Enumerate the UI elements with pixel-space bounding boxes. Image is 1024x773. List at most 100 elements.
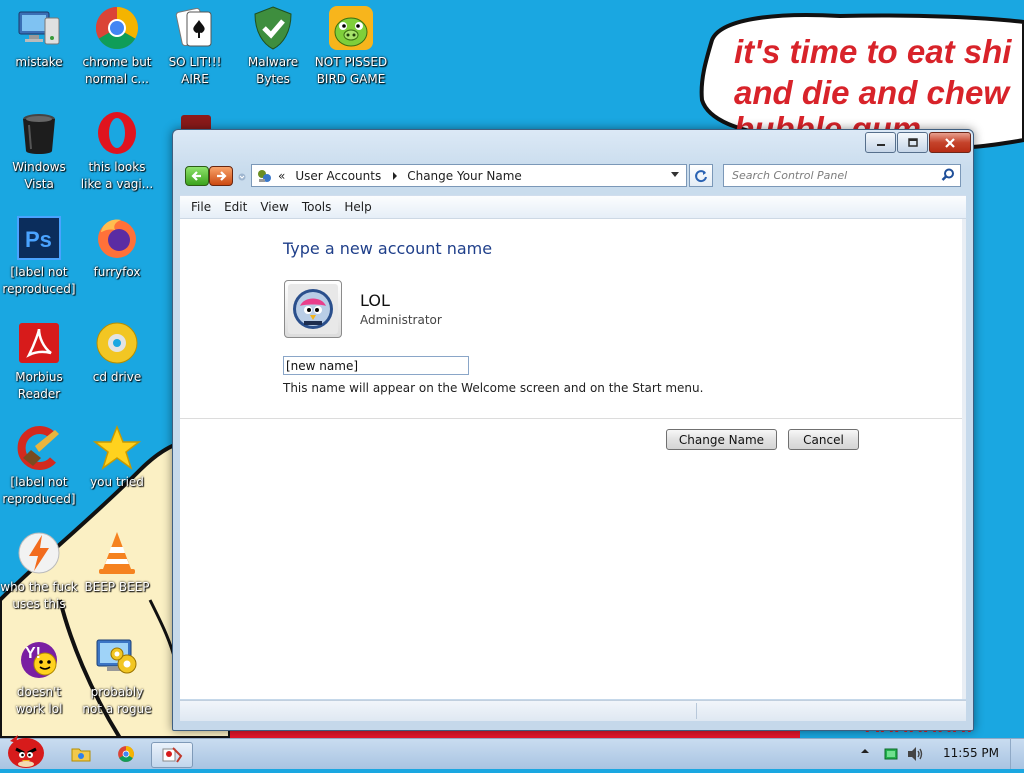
search-icon[interactable] (941, 168, 955, 182)
desktop-icon-yahoo[interactable]: Y! doesn't work lol (0, 630, 78, 730)
star-icon (93, 424, 141, 472)
desktop-icon-label: SO LIT!!! AIRE (168, 55, 222, 86)
volume-icon[interactable] (906, 745, 924, 763)
desktop-icon-ccleaner[interactable]: [label not reproduced] (0, 420, 78, 520)
desktop-icon-label: you tried (90, 475, 144, 489)
desktop-icon-label: who the fuck uses this (0, 580, 78, 611)
desktop-icon-probably-not-a-rogue[interactable]: probably not a rogue (78, 630, 156, 730)
winamp-icon (15, 529, 63, 577)
taskbar-explorer[interactable] (64, 742, 98, 766)
menu-view[interactable]: View (260, 200, 288, 214)
maximize-button[interactable] (897, 132, 928, 153)
desktop-icon-label: furryfox (93, 265, 141, 279)
pdf-reader-icon (15, 319, 63, 367)
user-accounts-icon (162, 747, 183, 763)
opera-icon (93, 109, 141, 157)
folder-icon (71, 748, 91, 762)
desktop-icon-chrome[interactable]: chrome but normal c... (78, 0, 156, 100)
user-role: Administrator (360, 313, 442, 327)
minimize-button[interactable] (865, 132, 896, 153)
forward-button[interactable] (209, 166, 233, 186)
close-button[interactable] (929, 132, 971, 153)
menu-bar: File Edit View Tools Help (180, 195, 966, 218)
close-icon (945, 137, 955, 148)
desktop-icon-label: probably not a rogue (82, 685, 152, 716)
menu-help[interactable]: Help (344, 200, 371, 214)
menu-file[interactable]: File (191, 200, 211, 214)
menu-tools[interactable]: Tools (302, 200, 332, 214)
cancel-button[interactable]: Cancel (788, 429, 859, 450)
content-pane: Type a new account name LOL Administrato… (180, 218, 966, 699)
shield-icon (249, 4, 297, 52)
show-hidden-icons-icon[interactable] (860, 746, 870, 756)
desktop-icon-solitaire[interactable]: SO LIT!!! AIRE (156, 0, 234, 100)
desktop-icon-label: [label not reproduced] (2, 265, 76, 296)
change-name-button[interactable]: Change Name (666, 429, 777, 450)
clock[interactable]: 11:55 PM (943, 746, 999, 760)
desktop-icon-mistake[interactable]: mistake (0, 0, 78, 100)
desktop-icon-label: this looks like a vagi... (80, 160, 154, 191)
refresh-button[interactable] (689, 164, 713, 187)
back-button[interactable] (185, 166, 209, 186)
chevron-down-icon[interactable] (670, 171, 680, 179)
breadcrumb-chevron-icon[interactable] (391, 171, 399, 181)
breadcrumb-change-your-name[interactable]: Change Your Name (407, 169, 522, 183)
desktop-icon-label: cd drive (92, 370, 142, 384)
desktop-icon-windows-vista[interactable]: Windows Vista (0, 105, 78, 205)
desktop-icon-photoshop[interactable]: Ps [label not reproduced] (0, 210, 78, 310)
desktop-icon-label: doesn't work lol (15, 685, 63, 716)
scrollbar[interactable] (962, 219, 966, 699)
show-desktop-button[interactable] (1010, 739, 1024, 769)
taskbar-control-panel[interactable] (151, 742, 193, 768)
speech-line-2: and die and chew (734, 74, 1011, 111)
recent-pages-dropdown-icon[interactable] (237, 173, 247, 181)
ccleaner-icon (15, 424, 63, 472)
desktop-icon-opera[interactable]: this looks like a vagi... (78, 105, 156, 205)
chrome-icon (93, 4, 141, 52)
desktop-icon-label: Morbius Reader (15, 370, 63, 401)
desktop-icon-morbius-reader[interactable]: Morbius Reader (0, 315, 78, 415)
taskbar-chrome[interactable] (109, 742, 143, 766)
search-box[interactable] (723, 164, 961, 187)
svg-text:Y!: Y! (25, 645, 41, 662)
desktop-icon-label: Malware Bytes (247, 55, 299, 86)
desktop-icon-beep-beep[interactable]: BEEP BEEP (78, 525, 156, 625)
breadcrumb-user-accounts[interactable]: User Accounts (295, 169, 381, 183)
breadcrumb-prefix[interactable]: « (278, 169, 285, 183)
vlc-icon (93, 529, 141, 577)
firefox-icon (93, 214, 141, 262)
svg-text:Ps: Ps (25, 227, 52, 252)
maximize-icon (907, 138, 918, 147)
hint-text: This name will appear on the Welcome scr… (283, 381, 704, 395)
arrow-right-icon (217, 171, 227, 181)
speech-line-1: it's time to eat shi (734, 33, 1012, 70)
desktop-icon-you-tried[interactable]: you tried (78, 420, 156, 520)
minimize-icon (876, 143, 885, 146)
user-name: LOL (360, 291, 390, 310)
new-name-input[interactable] (283, 356, 469, 375)
menu-edit[interactable]: Edit (224, 200, 247, 214)
yahoo-icon: Y! (15, 634, 63, 682)
desktop-icon-cd-drive[interactable]: cd drive (78, 315, 156, 415)
chrome-icon (118, 746, 134, 762)
desktop-icon-label: NOT PISSED BIRD GAME (314, 55, 388, 86)
photoshop-icon: Ps (15, 214, 63, 262)
desktop-icon-winamp[interactable]: who the fuck uses this (0, 525, 78, 625)
arrow-left-icon (191, 171, 201, 181)
start-button[interactable] (2, 731, 48, 769)
search-input[interactable] (730, 168, 944, 183)
desktop-icon-furryfox[interactable]: furryfox (78, 210, 156, 310)
address-bar[interactable]: « User Accounts Change Your Name (251, 164, 687, 187)
user-avatar (284, 280, 342, 338)
change-your-name-window: « User Accounts Change Your Name File Ed… (172, 129, 974, 731)
divider (180, 418, 966, 419)
page-title: Type a new account name (283, 239, 493, 258)
desktop-icon-label: mistake (15, 55, 63, 69)
settings-icon (93, 634, 141, 682)
desktop-icon-label: Windows Vista (12, 160, 66, 191)
desktop-icon-not-pissed-bird-game[interactable]: NOT PISSED BIRD GAME (312, 0, 390, 100)
solitaire-icon (171, 4, 219, 52)
desktop-icon-label: [label not reproduced] (2, 475, 76, 506)
network-icon[interactable] (884, 747, 898, 761)
desktop-icon-malwarebytes[interactable]: Malware Bytes (234, 0, 312, 100)
